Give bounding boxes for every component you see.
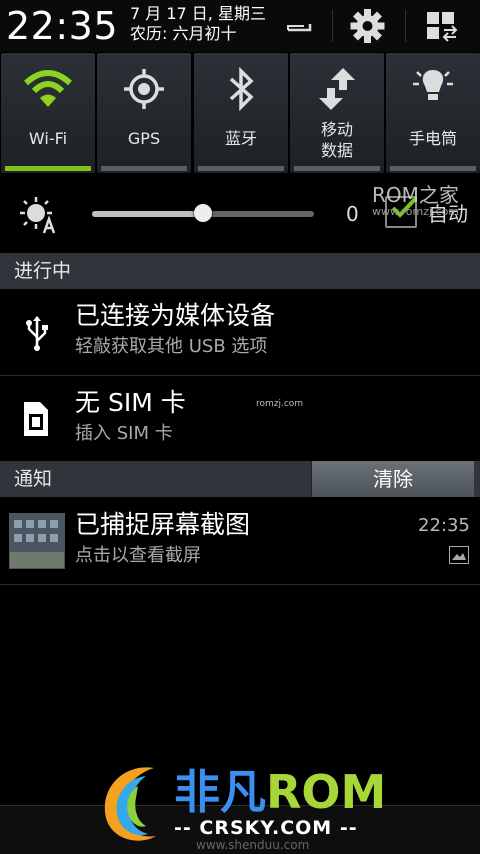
wifi-icon bbox=[1, 61, 95, 117]
toggle-gps[interactable]: GPS bbox=[97, 53, 191, 173]
crsky-logo-text: 非凡ROM bbox=[174, 766, 386, 818]
section-header-ongoing: 进行中 bbox=[0, 253, 480, 289]
toggle-bluetooth[interactable]: 蓝牙 bbox=[194, 53, 288, 173]
notification-screenshot[interactable]: 已捕捉屏幕截图 点击以查看截屏 bbox=[0, 498, 480, 585]
toggle-label: Wi-Fi bbox=[28, 129, 68, 148]
clock: 22:35 bbox=[6, 4, 119, 48]
notification-usb[interactable]: 已连接为媒体设备 轻敲获取其他 USB 选项 bbox=[0, 289, 480, 376]
rom-home-watermark: ROM之家 bbox=[372, 183, 459, 207]
edit-toggles-icon[interactable] bbox=[420, 6, 465, 48]
notification-subtitle: 插入 SIM 卡 bbox=[75, 423, 173, 444]
auto-brightness-icon bbox=[18, 195, 60, 235]
logo-cn: 非凡 bbox=[174, 765, 266, 819]
bluetooth-icon bbox=[194, 61, 288, 117]
crsky-logo-icon bbox=[94, 758, 174, 848]
mobile-data-icon bbox=[290, 61, 384, 117]
notification-no-sim[interactable]: 无 SIM 卡 插入 SIM 卡 bbox=[0, 376, 480, 463]
header-divider bbox=[405, 10, 406, 42]
notification-subtitle: 点击以查看截屏 bbox=[75, 545, 201, 566]
header-divider bbox=[332, 10, 333, 42]
toggle-indicator bbox=[198, 166, 284, 171]
crsky-logo-subtitle: -- CRSKY.COM -- bbox=[174, 817, 358, 839]
toggle-indicator bbox=[101, 166, 187, 171]
clear-notifications-icon[interactable] bbox=[280, 8, 320, 44]
date-label: 7 月 17 日, 星期三 bbox=[130, 4, 266, 23]
rom-home-watermark-url: www.romzj.com bbox=[372, 205, 460, 218]
notification-subtitle: 轻敲获取其他 USB 选项 bbox=[75, 336, 268, 357]
toggle-wifi[interactable]: Wi-Fi bbox=[1, 53, 95, 173]
toggle-indicator bbox=[5, 166, 91, 171]
toggle-mobile-data[interactable]: 移动 数据 bbox=[290, 53, 384, 173]
notification-time: 22:35 bbox=[418, 515, 470, 536]
logo-rom: ROM bbox=[266, 765, 387, 819]
toggle-label-line1: 移动 bbox=[320, 120, 353, 139]
brightness-value: 0 bbox=[346, 202, 359, 226]
clear-button-label: 清除 bbox=[373, 467, 413, 491]
screenshot-thumbnail bbox=[9, 513, 65, 569]
gallery-icon bbox=[449, 546, 469, 564]
toggle-flashlight[interactable]: 手电筒 bbox=[386, 53, 480, 173]
toggle-label: 手电筒 bbox=[408, 129, 457, 148]
notification-title: 已捕捉屏幕截图 bbox=[75, 510, 251, 539]
brightness-slider-thumb[interactable] bbox=[194, 204, 212, 222]
sim-card-icon bbox=[22, 400, 50, 438]
toggle-indicator bbox=[294, 166, 380, 171]
toggle-label-line2: 数据 bbox=[320, 141, 353, 160]
lunar-date-label: 农历: 六月初十 bbox=[130, 24, 237, 43]
section-title: 通知 bbox=[14, 468, 53, 490]
toggle-indicator bbox=[390, 166, 476, 171]
clear-button[interactable]: 清除 bbox=[311, 461, 474, 497]
logo-url-watermark: www.shenduu.com bbox=[196, 838, 310, 852]
toggle-label: 蓝牙 bbox=[224, 129, 257, 148]
notification-title: 无 SIM 卡 bbox=[75, 388, 186, 417]
notification-title: 已连接为媒体设备 bbox=[75, 301, 276, 330]
brightness-slider-fill bbox=[92, 211, 203, 217]
settings-gear-icon[interactable] bbox=[345, 5, 390, 47]
gps-icon bbox=[97, 61, 191, 117]
usb-icon bbox=[24, 315, 50, 351]
romzj-watermark: romzj.com bbox=[256, 399, 304, 409]
section-title: 进行中 bbox=[14, 260, 72, 282]
toggle-label: GPS bbox=[127, 129, 161, 148]
flashlight-icon bbox=[386, 61, 480, 117]
